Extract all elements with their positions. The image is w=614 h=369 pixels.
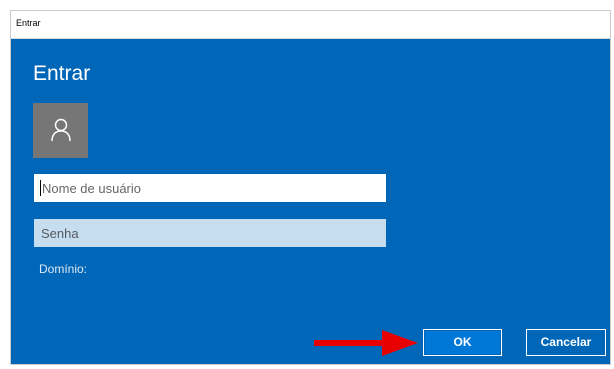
text-caret (40, 180, 41, 196)
user-avatar (33, 103, 88, 158)
username-input[interactable] (34, 174, 386, 202)
red-arrow-icon (314, 330, 418, 356)
domain-label: Domínio: (39, 262, 88, 276)
title-bar: Entrar (11, 11, 610, 39)
ok-button[interactable]: OK (423, 329, 502, 356)
dialog-heading: Entrar (33, 62, 91, 85)
password-input[interactable] (34, 219, 386, 247)
login-dialog-window: Entrar Entrar Domínio: OK Cancelar (10, 10, 611, 365)
cancel-button[interactable]: Cancelar (526, 329, 606, 356)
user-icon (51, 118, 71, 142)
window-title: Entrar (16, 18, 41, 28)
